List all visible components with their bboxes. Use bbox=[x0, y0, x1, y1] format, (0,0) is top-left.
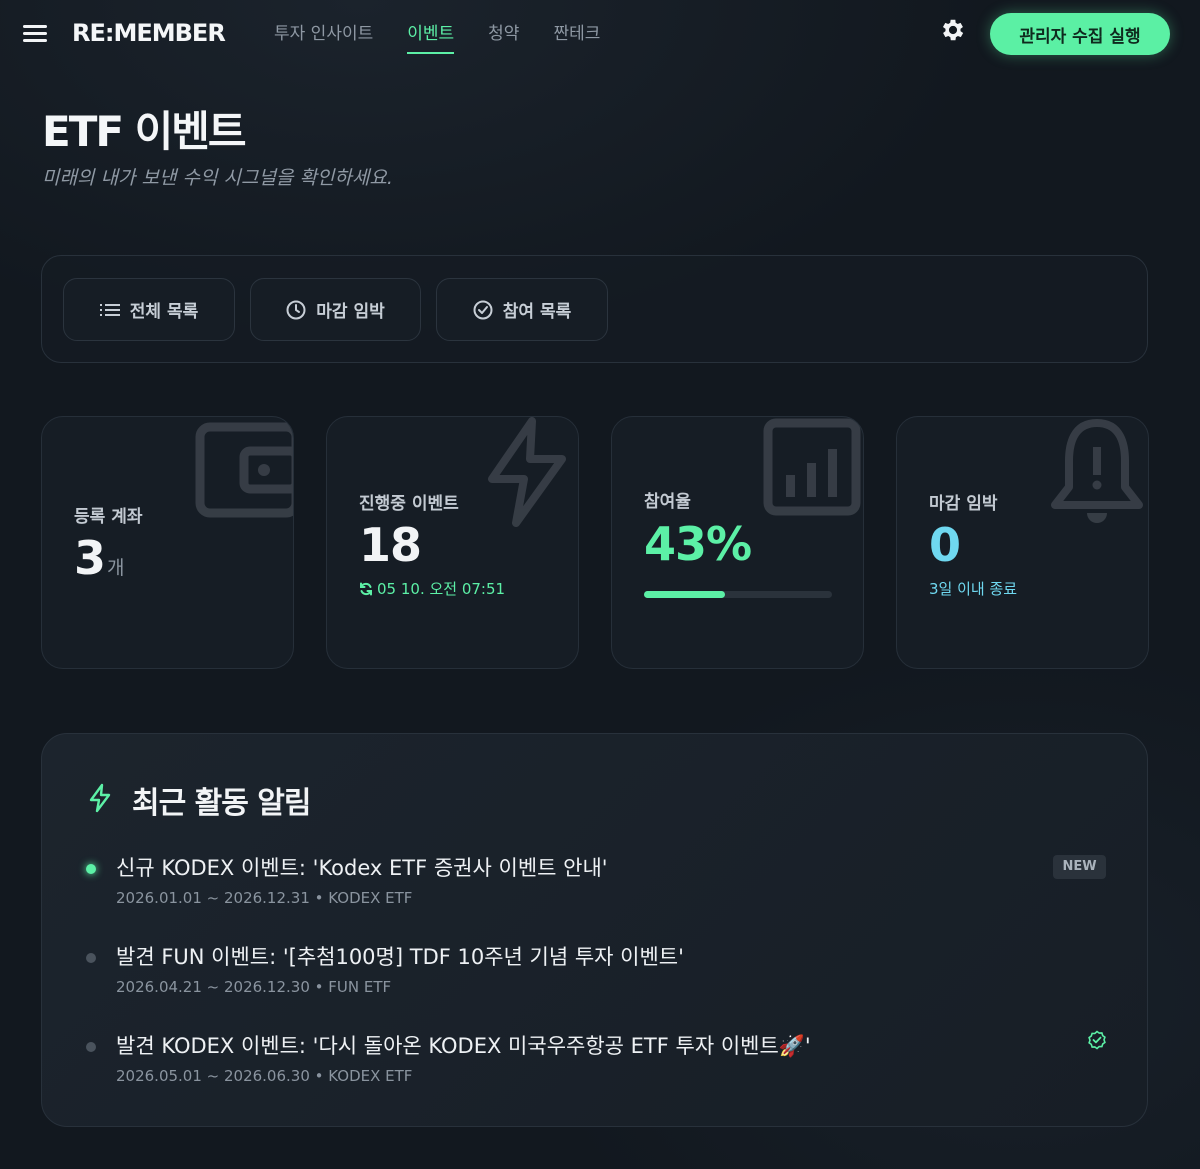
stat-deadline-value: 0 bbox=[929, 518, 961, 572]
check-circle-icon bbox=[473, 300, 493, 319]
activity-item-text: 신규 KODEX 이벤트: 'Kodex ETF 증권사 이벤트 안내' bbox=[116, 856, 608, 880]
nav-item-events[interactable]: 이벤트 bbox=[407, 19, 455, 54]
stat-card-participation: 참여율 43% bbox=[611, 416, 864, 669]
settings-gear-icon[interactable] bbox=[939, 16, 967, 44]
status-dot bbox=[86, 1042, 96, 1052]
page-subtitle: 미래의 내가 보낸 수익 시그널을 확인하세요. bbox=[42, 167, 393, 189]
filter-panel: 전체 목록 마감 임박 참여 목록 bbox=[41, 255, 1148, 363]
activity-title: 최근 활동 알림 bbox=[132, 786, 311, 821]
stat-active-updated: 05 10. 오전 07:51 bbox=[359, 578, 505, 599]
activity-item-text: 발견 FUN 이벤트: '[추첨100명] TDF 10주년 기념 투자 이벤트… bbox=[116, 945, 684, 969]
refresh-icon bbox=[360, 582, 372, 596]
stat-deadline-note: 3일 이내 종료 bbox=[929, 580, 1018, 598]
activity-item[interactable]: 발견 KODEX 이벤트: '다시 돌아온 KODEX 미국우주항공 ETF 투… bbox=[82, 1030, 1112, 1100]
nav-item-insight[interactable]: 투자 인사이트 bbox=[274, 19, 373, 54]
bell-alert-icon bbox=[1051, 419, 1143, 523]
filter-all-button[interactable]: 전체 목록 bbox=[63, 278, 235, 341]
admin-collect-button[interactable]: 관리자 수집 실행 bbox=[990, 13, 1170, 55]
stat-participation-label: 참여율 bbox=[644, 492, 691, 512]
status-dot bbox=[86, 953, 96, 963]
filter-deadline-label: 마감 임박 bbox=[316, 302, 385, 322]
stat-accounts-number: 3 bbox=[74, 531, 106, 585]
stat-accounts-unit: 개 bbox=[107, 557, 125, 579]
new-badge: NEW bbox=[1053, 855, 1106, 879]
activity-item-meta: 2026.01.01 ~ 2026.12.31 • KODEX ETF bbox=[116, 889, 413, 907]
stat-active-label: 진행중 이벤트 bbox=[359, 494, 459, 514]
activity-item[interactable]: 신규 KODEX 이벤트: 'Kodex ETF 증권사 이벤트 안내' 202… bbox=[82, 852, 1112, 922]
stat-deadline-label: 마감 임박 bbox=[929, 494, 998, 514]
activity-item-text: 발견 KODEX 이벤트: '다시 돌아온 KODEX 미국우주항공 ETF 투… bbox=[116, 1034, 811, 1058]
lightning-icon bbox=[488, 417, 566, 527]
clock-icon bbox=[286, 300, 306, 319]
activity-item-meta: 2026.04.21 ~ 2026.12.30 • FUN ETF bbox=[116, 978, 392, 996]
activity-item[interactable]: 발견 FUN 이벤트: '[추첨100명] TDF 10주년 기념 투자 이벤트… bbox=[82, 941, 1112, 1011]
list-icon bbox=[99, 303, 120, 316]
activity-item-meta: 2026.05.01 ~ 2026.06.30 • KODEX ETF bbox=[116, 1067, 413, 1085]
participation-progress-fill bbox=[644, 591, 725, 598]
new-indicator-dot bbox=[86, 864, 96, 874]
stat-participation-value: 43% bbox=[644, 517, 752, 571]
recent-activity-panel: 최근 활동 알림 신규 KODEX 이벤트: 'Kodex ETF 증권사 이벤… bbox=[41, 733, 1148, 1127]
stat-card-accounts: 등록 계좌 3개 bbox=[41, 416, 294, 669]
stat-card-deadline: 마감 임박 0 3일 이내 종료 bbox=[896, 416, 1149, 669]
main-nav: 투자 인사이트 이벤트 청약 짠테크 bbox=[274, 19, 634, 54]
stat-active-note: 05 10. 오전 07:51 bbox=[377, 580, 506, 598]
top-nav: RE:MEMBER 투자 인사이트 이벤트 청약 짠테크 관리자 수집 실행 bbox=[0, 0, 1200, 70]
nav-item-subscription[interactable]: 청약 bbox=[488, 19, 519, 54]
verified-badge-icon bbox=[1088, 1030, 1106, 1050]
filter-joined-button[interactable]: 참여 목록 bbox=[436, 278, 608, 341]
stat-accounts-label: 등록 계좌 bbox=[74, 507, 143, 527]
hamburger-menu-icon[interactable] bbox=[23, 25, 47, 43]
stat-accounts-value: 3개 bbox=[74, 531, 125, 585]
nav-item-savings[interactable]: 짠테크 bbox=[553, 19, 600, 54]
page-title: ETF 이벤트 bbox=[42, 107, 247, 156]
wallet-icon bbox=[195, 422, 293, 518]
participation-progress-bar bbox=[644, 591, 832, 598]
filter-deadline-button[interactable]: 마감 임박 bbox=[250, 278, 421, 341]
filter-all-label: 전체 목록 bbox=[129, 302, 199, 322]
app-logo[interactable]: RE:MEMBER bbox=[72, 19, 226, 47]
stat-active-value: 18 bbox=[359, 518, 422, 572]
lightning-icon bbox=[89, 783, 111, 813]
bar-chart-icon bbox=[763, 418, 861, 516]
filter-joined-label: 참여 목록 bbox=[502, 302, 572, 322]
stat-card-active-events: 진행중 이벤트 18 05 10. 오전 07:51 bbox=[326, 416, 579, 669]
